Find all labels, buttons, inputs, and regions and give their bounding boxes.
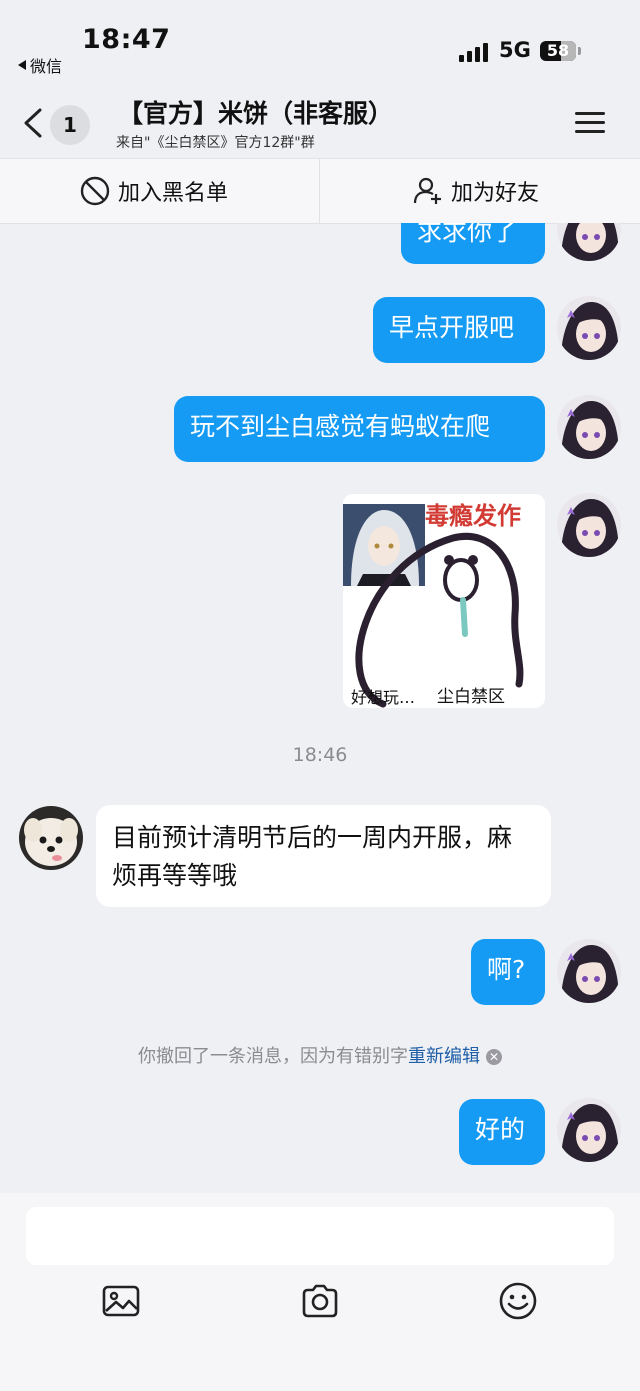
message-input[interactable]	[26, 1207, 614, 1265]
action-divider	[319, 159, 320, 223]
message-bubble-sent[interactable]: 啊?	[471, 939, 545, 1005]
message-bubble-sent[interactable]: 好的	[459, 1099, 545, 1165]
message-timestamp: 18:46	[292, 744, 348, 766]
action-bar: 加入黑名单 加为好友	[0, 158, 640, 224]
status-time: 18:47	[82, 24, 171, 55]
block-label: 加入黑名单	[118, 181, 229, 206]
message-bubble-sent[interactable]: 早点开服吧	[373, 297, 545, 363]
message-bubble-sent[interactable]: 玩不到尘白感觉有蚂蚁在爬	[174, 396, 545, 462]
battery-icon: 58	[540, 41, 576, 61]
network-type: 5G	[499, 38, 531, 62]
add-user-icon	[413, 177, 441, 204]
contact-avatar[interactable]	[19, 806, 83, 870]
sticker-image[interactable]: 毒瘾发作 好想玩… 尘白禁区	[343, 494, 545, 708]
message-text: 早点开服吧	[389, 313, 515, 342]
my-avatar[interactable]	[557, 493, 621, 557]
message-text: 目前预计清明节后的一周内开服，麻烦再等等哦	[112, 823, 513, 890]
add-friend-button[interactable]: 加为好友	[413, 159, 539, 223]
status-bar: 18:47 微信 5G 58	[0, 0, 640, 86]
battery-nub	[578, 47, 581, 55]
message-text: 求求你了	[417, 223, 518, 246]
message-bubble-received[interactable]: 目前预计清明节后的一周内开服，麻烦再等等哦	[96, 805, 551, 907]
chat-title: 【官方】米饼（非客服）	[118, 99, 394, 128]
message-bubble-sent[interactable]: 求求你了	[401, 223, 545, 264]
my-avatar[interactable]	[557, 1098, 621, 1162]
dismiss-icon[interactable]: ✕	[486, 1049, 502, 1065]
battery-level: 58	[546, 41, 570, 60]
sticker-title: 毒瘾发作	[425, 502, 521, 530]
message-text: 好的	[475, 1115, 526, 1144]
camera-icon[interactable]	[300, 1281, 340, 1321]
chat-header: 1 【官方】米饼（非客服） 来自"《尘白禁区》官方12群"群	[0, 86, 640, 158]
re-edit-link[interactable]: 重新编辑	[408, 1046, 480, 1067]
back-arrow-icon[interactable]	[22, 108, 44, 138]
add-friend-label: 加为好友	[451, 181, 540, 206]
my-avatar[interactable]	[557, 939, 621, 1003]
my-avatar[interactable]	[557, 296, 621, 360]
image-icon[interactable]	[101, 1281, 141, 1321]
unread-count-badge[interactable]: 1	[50, 105, 90, 145]
message-text: 玩不到尘白感觉有蚂蚁在爬	[190, 412, 491, 441]
back-to-app-link[interactable]: 微信	[18, 53, 62, 77]
recall-notice-text: 你撤回了一条消息，因为有错别字	[138, 1046, 408, 1067]
back-app-label: 微信	[30, 57, 63, 76]
sticker-caption-right: 尘白禁区	[437, 687, 505, 707]
my-avatar[interactable]	[557, 395, 621, 459]
message-text: 啊?	[487, 955, 526, 984]
emoji-icon[interactable]	[498, 1281, 538, 1321]
back-triangle-icon	[18, 60, 26, 70]
message-list[interactable]: 求求你了 早点开服吧 玩不到尘白感觉有蚂蚁在爬 毒瘾发作 好想玩… 尘白禁区 1…	[0, 223, 640, 1193]
menu-icon[interactable]	[575, 112, 605, 134]
composer	[0, 1193, 640, 1391]
chat-subtitle: 来自"《尘白禁区》官方12群"群	[116, 135, 315, 151]
cellular-signal-icon	[459, 42, 488, 62]
recall-notice: 你撤回了一条消息，因为有错别字重新编辑 ✕	[0, 1042, 640, 1068]
my-avatar[interactable]	[557, 223, 621, 261]
sticker-caption-left: 好想玩…	[351, 688, 416, 707]
block-icon	[80, 176, 110, 206]
block-button[interactable]: 加入黑名单	[80, 159, 228, 223]
